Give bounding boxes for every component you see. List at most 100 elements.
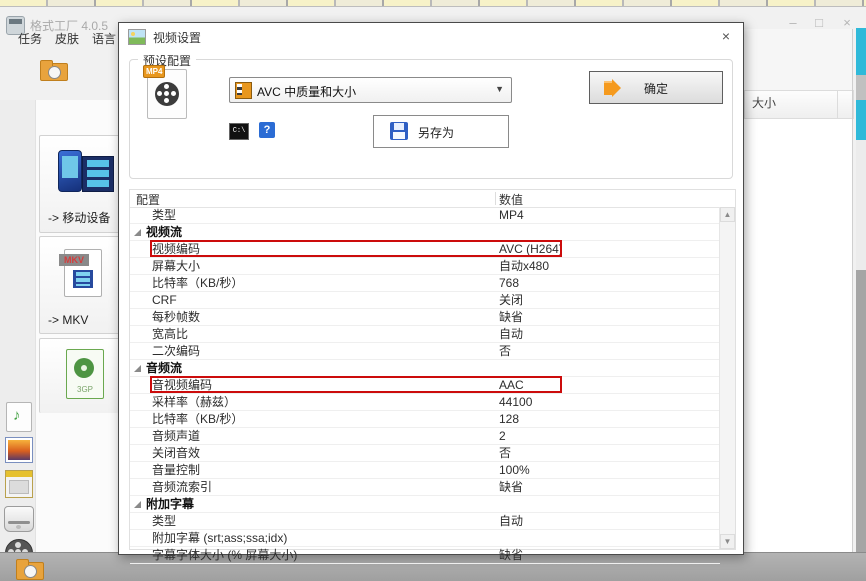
menu-skin[interactable]: 皮肤 [55, 30, 79, 47]
row-value: 128 [499, 411, 519, 427]
scroll-down-icon[interactable]: ▼ [720, 534, 735, 549]
floppy-disk-icon [390, 122, 408, 140]
menu-language[interactable]: 语言 [92, 30, 116, 47]
row-label: 音频声道 [152, 428, 200, 444]
table-row[interactable]: 屏幕大小自动x480 [130, 258, 720, 275]
table-row[interactable]: 比特率（KB/秒） 128 [130, 411, 720, 428]
table-row[interactable]: 音频声道 2 [130, 428, 720, 445]
row-value: 缺省 [499, 547, 523, 563]
row-label: 视频编码 [152, 241, 200, 257]
command-line-icon[interactable]: C:\ [229, 123, 249, 140]
filmstrip-icon [82, 156, 114, 192]
picture-category-icon[interactable] [5, 437, 33, 463]
output-folder-button[interactable]: 输出文件夹 [36, 56, 118, 90]
table-group-row[interactable]: 音频流 [130, 360, 720, 377]
row-value: 768 [499, 275, 519, 291]
screen: 格式工厂 4.0.5 – □ × 任务 皮肤 语言 输出文件夹 -> 移动设备 … [0, 0, 866, 581]
row-label: 二次编码 [152, 343, 200, 359]
sidebar-item-mobile-device[interactable]: -> 移动设备 [39, 135, 126, 233]
row-label: 比特率（KB/秒） [152, 411, 243, 427]
row-value: AAC [499, 377, 524, 393]
sidebar-item-label: -> MKV [48, 313, 88, 327]
table-row[interactable]: 宽高比自动 [130, 326, 720, 343]
sidebar-item-3gp[interactable]: 3GP [39, 338, 126, 413]
document-category-icon[interactable] [5, 470, 33, 498]
menu-tasks[interactable]: 任务 [18, 30, 42, 47]
video-settings-dialog: 视频设置 × 预设配置 MP4 AVC 中质量和大小 ▼ 确定 C:\ ? 另存… [118, 22, 744, 555]
audio-category-icon[interactable] [6, 402, 32, 432]
row-label: 附加字幕 (srt;ass;ssa;idx) [152, 530, 287, 546]
expand-triangle-icon[interactable] [134, 365, 141, 372]
table-row[interactable]: 二次编码否 [130, 343, 720, 360]
table-row[interactable]: 音频流索引缺省 [130, 479, 720, 496]
dialog-close-icon[interactable]: × [717, 28, 735, 46]
ok-button[interactable]: 确定 [589, 71, 723, 104]
column-header-config[interactable]: 配置 [136, 191, 160, 208]
size-column-header[interactable]: 大小 [744, 90, 845, 119]
conversion-sidebar: -> 移动设备 MKV -> MKV 3GP [35, 100, 119, 552]
column-separator[interactable] [495, 192, 496, 205]
row-value: 缺省 [499, 309, 523, 325]
background-window-strip [0, 0, 866, 7]
table-row[interactable]: 音视频编码 AAC [130, 377, 720, 394]
table-row[interactable]: 比特率（KB/秒） 768 [130, 275, 720, 292]
row-label: 附加字幕 [146, 496, 194, 512]
row-label: 采样率（赫兹） [152, 394, 236, 410]
vertical-scrollbar[interactable]: ▲ ▼ [719, 207, 735, 549]
row-label: 类型 [152, 207, 176, 223]
table-row[interactable]: 附加字幕 (srt;ass;ssa;idx) [130, 530, 720, 547]
row-label: 关闭音效 [152, 445, 200, 461]
save-as-button[interactable]: 另存为 [373, 115, 509, 148]
table-row[interactable]: 类型自动 [130, 513, 720, 530]
table-row[interactable]: 字幕字体大小 (% 屏幕大小) 缺省 [130, 547, 720, 564]
mkv-file-icon: MKV [64, 249, 102, 297]
sidebar-item-label: -> 移动设备 [48, 209, 110, 226]
help-icon[interactable]: ? [259, 122, 275, 138]
column-header-value[interactable]: 数值 [499, 191, 523, 208]
mp4-badge: MP4 [143, 65, 165, 78]
film-frame-icon [235, 82, 252, 99]
row-value: 自动 [499, 513, 523, 529]
folder-icon [16, 559, 36, 574]
row-label: 字幕字体大小 (% 屏幕大小) [152, 547, 297, 563]
table-row[interactable]: CRF关闭 [130, 292, 720, 309]
row-value: 缺省 [499, 479, 523, 495]
row-label: 音量控制 [152, 462, 200, 478]
table-row[interactable]: 类型 MP4 [130, 207, 720, 224]
row-value: 44100 [499, 394, 532, 410]
row-label: 屏幕大小 [152, 258, 200, 274]
table-group-row[interactable]: 附加字幕 [130, 496, 720, 513]
row-label: 音视频编码 [152, 377, 212, 393]
scroll-up-icon[interactable]: ▲ [720, 207, 735, 222]
expand-triangle-icon[interactable] [134, 501, 141, 508]
table-row[interactable]: 音量控制 100% [130, 462, 720, 479]
table-row[interactable]: 采样率（赫兹） 44100 [130, 394, 720, 411]
rom-device-icon[interactable] [4, 506, 34, 532]
sidebar-item-mkv[interactable]: MKV -> MKV [39, 236, 126, 334]
3gp-file-icon: 3GP [66, 349, 104, 399]
settings-table: 配置 数值 类型MP4视频流视频编码AVC (H264)屏幕大小自动x480比特… [129, 189, 736, 550]
edge-decoration [856, 75, 866, 100]
folder-icon [40, 60, 66, 79]
row-value: 关闭 [499, 292, 523, 308]
row-value: MP4 [499, 207, 524, 223]
menubar: 任务 皮肤 语言 [0, 30, 118, 50]
table-row[interactable]: 关闭音效否 [130, 445, 720, 462]
table-header: 配置 数值 [130, 190, 735, 208]
dialog-titlebar[interactable]: 视频设置 × [119, 23, 743, 49]
mkv-tag: MKV [59, 254, 89, 266]
expand-triangle-icon[interactable] [134, 229, 141, 236]
row-label: 比特率（KB/秒） [152, 275, 243, 291]
row-value: 2 [499, 428, 506, 444]
chevron-down-icon[interactable]: ▼ [495, 84, 504, 94]
preset-dropdown[interactable]: AVC 中质量和大小 ▼ [229, 77, 512, 103]
row-value: 100% [499, 462, 530, 478]
table-group-row[interactable]: 视频流 [130, 224, 720, 241]
edge-decoration [856, 270, 866, 552]
row-value: AVC (H264) [499, 241, 563, 257]
row-value: 自动 [499, 326, 523, 342]
table-row[interactable]: 每秒帧数缺省 [130, 309, 720, 326]
settings-table-body: 类型MP4视频流视频编码AVC (H264)屏幕大小自动x480比特率（KB/秒… [130, 207, 720, 564]
ok-button-label: 确定 [590, 80, 722, 97]
table-row[interactable]: 视频编码 AVC (H264) [130, 241, 720, 258]
